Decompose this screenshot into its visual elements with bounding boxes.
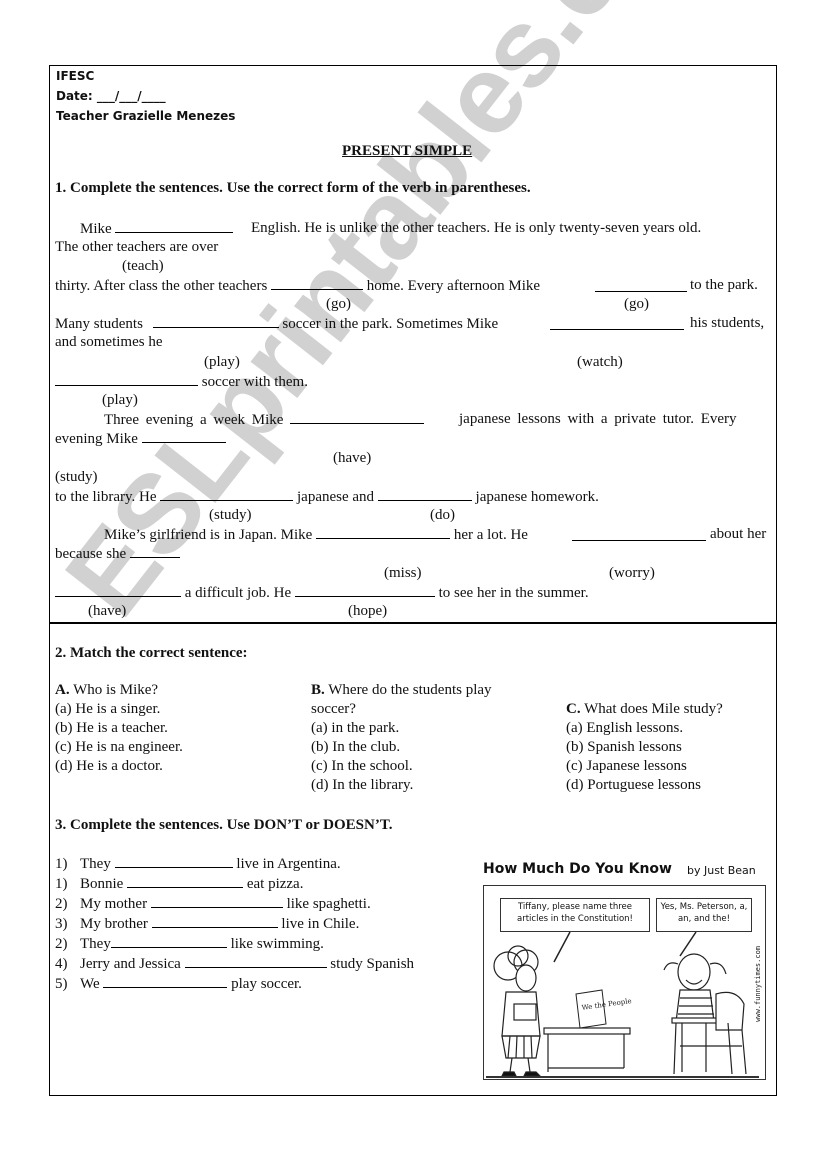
blank-input[interactable]: [150, 894, 283, 908]
blank-worry[interactable]: [572, 527, 706, 541]
list-item: 1) Bonnie eat pizza.: [55, 874, 304, 892]
teacher-figure: [493, 945, 542, 1077]
verb-hint: (hope): [348, 603, 388, 619]
comic-strip: How Much Do You Know by Just Bean Tiffan…: [481, 861, 769, 1087]
blank-do[interactable]: [377, 487, 472, 501]
blank-study-1[interactable]: [141, 429, 226, 443]
desk: [543, 1027, 631, 1072]
fill-list: 1) They live in Argentina. 1) Bonnie eat p…: [55, 854, 414, 994]
s1-line: soccer with them.: [55, 372, 308, 392]
date-field: Date: ___/___/____: [56, 89, 166, 103]
option-item[interactable]: (b) Spanish lessons: [566, 738, 723, 757]
question-b: B. Where do the students play soccer? (a…: [311, 682, 492, 795]
s1-text: The other teachers are over: [55, 239, 219, 255]
blank-play-1[interactable]: [152, 314, 279, 328]
blank-have-3[interactable]: [55, 583, 181, 597]
s1-text: his students,: [690, 315, 765, 331]
option-item[interactable]: (a) in the park.: [311, 719, 492, 738]
blank-play-2[interactable]: [55, 372, 198, 386]
s1-text: japanese lessons with a private tutor. E…: [459, 411, 737, 427]
comic-credit: www.funnytimes.com: [754, 946, 762, 1022]
option-item[interactable]: (b) In the club.: [311, 738, 492, 757]
option-item[interactable]: (b) He is a teacher.: [55, 719, 183, 738]
blank-go-1[interactable]: [271, 276, 364, 290]
option-item[interactable]: (a) He is a singer.: [55, 700, 183, 719]
s1-line: because she: [55, 544, 180, 564]
verb-hint: (go): [624, 296, 649, 312]
section1-heading: 1. Complete the sentences. Use the corre…: [55, 180, 531, 196]
s1-line: Mike’s girlfriend is in Japan. Mike her …: [104, 525, 528, 543]
blank-input[interactable]: [184, 954, 327, 968]
list-item: 3) My brother live in Chile.: [55, 914, 360, 932]
blank-watch[interactable]: [550, 316, 684, 330]
blank-input[interactable]: [110, 934, 227, 948]
list-item: 1) They live in Argentina.: [55, 854, 341, 872]
comic-illustration: We the People: [486, 931, 759, 1078]
blank-go-2[interactable]: [595, 278, 687, 292]
option-item[interactable]: (c) He is na engineer.: [55, 738, 183, 757]
section2-heading: 2. Match the correct sentence:: [55, 645, 248, 661]
page-title: PRESENT SIMPLE: [342, 143, 473, 159]
list-item: 2) My mother like spaghetti.: [55, 894, 371, 912]
school-name: IFESC: [56, 69, 95, 83]
list-item: 2) They like swimming.: [55, 934, 324, 952]
scroll-document: We the People: [575, 989, 632, 1029]
verb-hint: (teach): [122, 258, 164, 274]
verb-hint: (have): [333, 450, 372, 466]
option-item[interactable]: (d) In the library.: [311, 776, 492, 795]
verb-hint: (miss): [384, 565, 422, 581]
speech-tail-student: [679, 931, 697, 957]
verb-hint: (play): [102, 392, 138, 408]
blank-input[interactable]: [127, 874, 244, 888]
option-item[interactable]: (d) Portuguese lessons: [566, 776, 723, 795]
blank-have-2[interactable]: [129, 544, 180, 558]
blank-miss[interactable]: [316, 525, 451, 539]
s1-text: about her: [710, 526, 767, 542]
s1-line: to the library. He japanese and japanese…: [55, 487, 599, 505]
s1-line: Three evening a week Mike: [104, 410, 425, 430]
blank-input[interactable]: [114, 854, 233, 868]
verb-hint: (have): [88, 603, 127, 619]
s1-text: and sometimes he: [55, 334, 163, 350]
option-item[interactable]: (d) He is a doctor.: [55, 757, 183, 776]
verb-hint: (study): [209, 507, 252, 523]
comic-byline: by Just Bean: [687, 864, 756, 877]
verb-hint: (study): [55, 469, 98, 485]
option-item[interactable]: (a) English lessons.: [566, 719, 723, 738]
verb-hint: (watch): [577, 354, 623, 370]
comic-title: How Much Do You Know: [483, 861, 672, 877]
question-c: C. What does Mile study? (a) English les…: [566, 701, 723, 795]
s1-line: thirty. After class the other teachers h…: [55, 276, 541, 294]
s1-text: to the park.: [690, 277, 758, 293]
verb-hint: (worry): [609, 565, 655, 581]
blank-study-2[interactable]: [160, 487, 294, 501]
blank-input[interactable]: [103, 974, 228, 988]
section-divider: [50, 622, 776, 624]
speech-tail-teacher: [553, 931, 571, 963]
verb-hint: (go): [326, 296, 351, 312]
teacher-name: Teacher Grazielle Menezes: [56, 109, 236, 123]
verb-hint: (do): [430, 507, 455, 523]
blank-have-1[interactable]: [290, 410, 425, 424]
s1-text: English. He is unlike the other teachers…: [251, 220, 702, 236]
s1-line: Many students soccer in the park. Someti…: [55, 314, 499, 332]
option-item[interactable]: (c) In the school.: [311, 757, 492, 776]
blank-input[interactable]: [151, 914, 278, 928]
verb-hint: (play): [204, 354, 240, 370]
list-item: 5) We play soccer.: [55, 974, 302, 992]
s1-line: evening Mike: [55, 429, 226, 449]
question-a: A. Who is Mike? (a) He is a singer. (b) …: [55, 682, 183, 776]
section3-heading: 3. Complete the sentences. Use DON’T or …: [55, 817, 393, 833]
comic-panel: Tiffany, please name three articles in t…: [483, 885, 766, 1080]
worksheet-page: IFESC Date: ___/___/____ Teacher Graziel…: [49, 65, 777, 1096]
s1-line: Mike: [80, 219, 234, 239]
blank-teach[interactable]: [115, 219, 234, 233]
option-item[interactable]: (c) Japanese lessons: [566, 757, 723, 776]
s1-line: a difficult job. He to see her in the su…: [55, 583, 589, 603]
list-item: 4) Jerry and Jessica study Spanish: [55, 954, 415, 972]
blank-hope[interactable]: [294, 583, 435, 597]
